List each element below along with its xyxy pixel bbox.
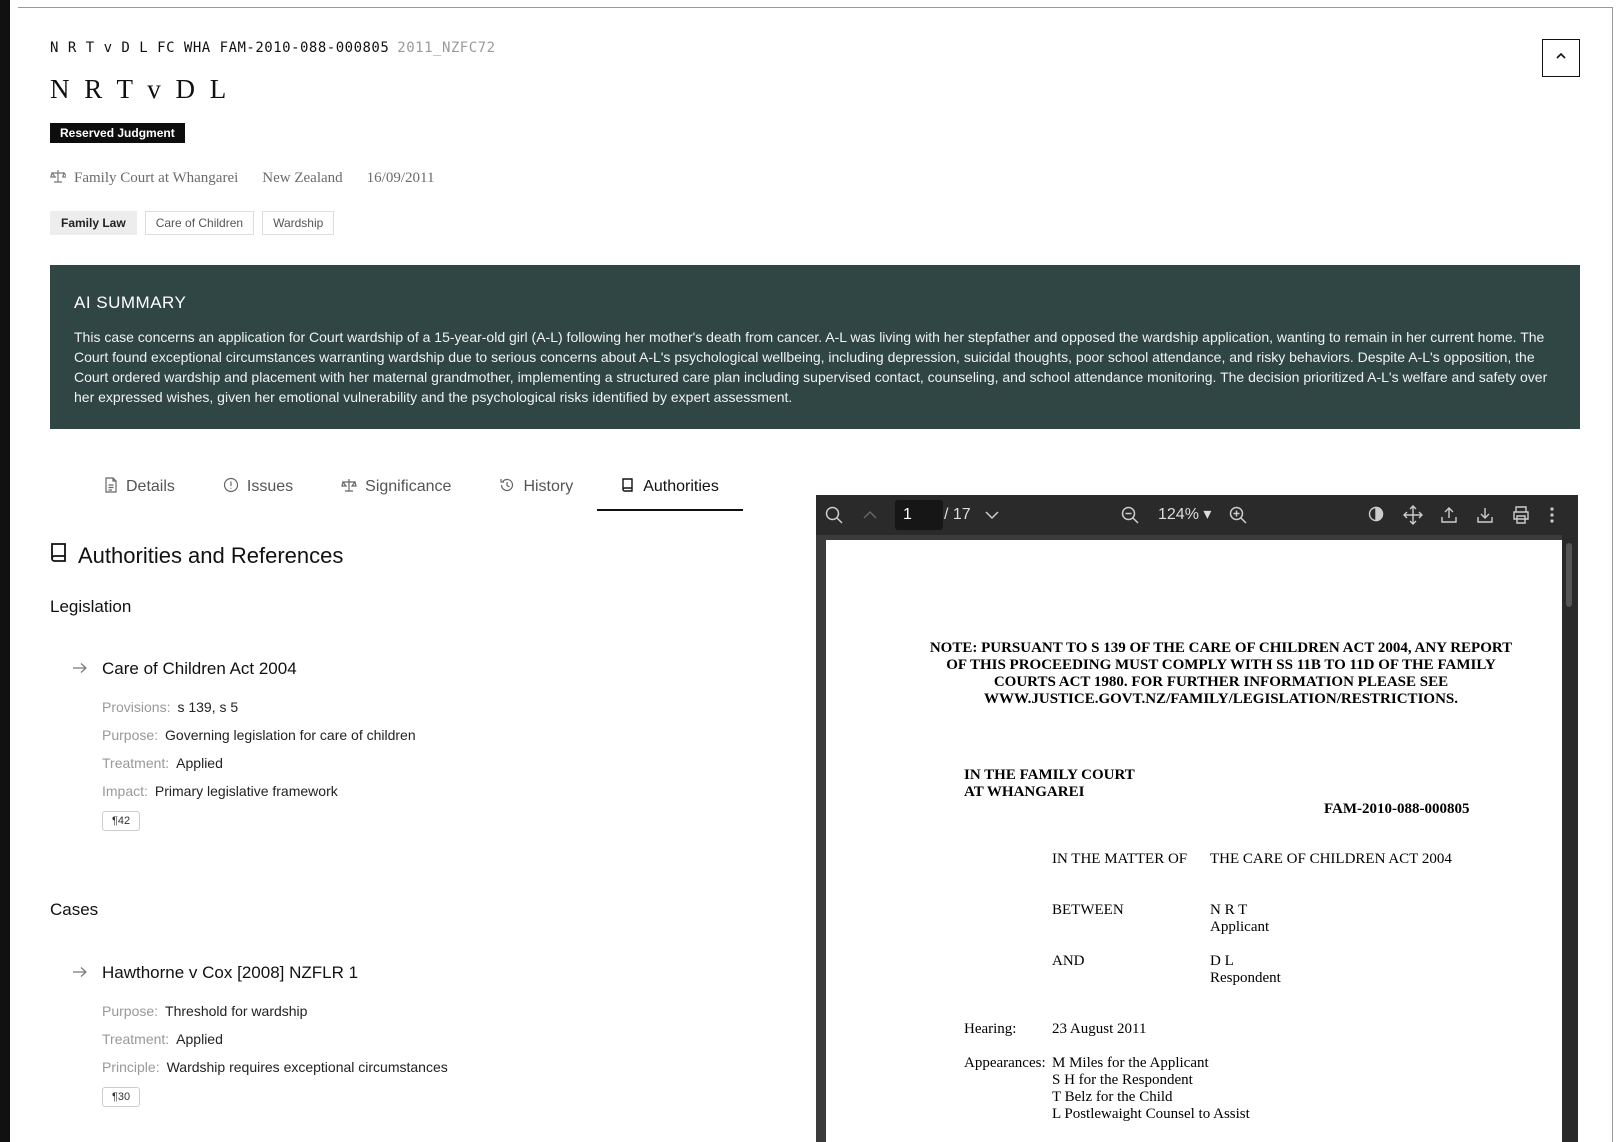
- provisions-row: Provisions: s 139, s 5: [102, 699, 239, 715]
- court-location: AT WHANGAREI: [964, 784, 1085, 800]
- arrow-right-icon: [72, 963, 88, 983]
- tab-label: Issues: [246, 478, 294, 495]
- tab-label: Significance: [365, 478, 452, 495]
- page-number-input[interactable]: 1: [895, 500, 943, 530]
- matter-text: THE CARE OF CHILDREN ACT 2004: [1210, 851, 1452, 867]
- chevron-up-icon: [1554, 49, 1568, 68]
- respondent-name: D L: [1210, 953, 1234, 969]
- case-citation: 2011_NZFC72: [397, 40, 496, 56]
- download-icon[interactable]: [1475, 505, 1495, 525]
- upload-icon[interactable]: [1439, 505, 1459, 525]
- authority-name[interactable]: Care of Children Act 2004: [102, 659, 297, 679]
- respondent-role: Respondent: [1210, 970, 1281, 986]
- zoom-out-icon[interactable]: [1120, 505, 1140, 525]
- pdf-page: NOTE: PURSUANT TO S 139 OF THE CARE OF C…: [826, 540, 1562, 1142]
- more-vertical-icon[interactable]: [1548, 505, 1556, 525]
- chevron-down-icon[interactable]: [982, 505, 1002, 525]
- authority-name[interactable]: Hawthorne v Cox [2008] NZFLR 1: [102, 963, 358, 983]
- contrast-icon[interactable]: [1367, 505, 1385, 523]
- tab-issues[interactable]: Issues: [199, 465, 317, 509]
- judgment-type-badge: Reserved Judgment: [50, 123, 185, 143]
- tab-history[interactable]: History: [475, 465, 597, 509]
- info-circle-icon: [223, 477, 239, 498]
- tab-details[interactable]: Details: [80, 465, 199, 509]
- document-notice: NOTE: PURSUANT TO S 139 OF THE CARE OF C…: [929, 640, 1513, 707]
- appearance-line: L Postlewaight Counsel to Assist: [1052, 1106, 1250, 1122]
- hearing-label: Hearing:: [964, 1021, 1017, 1037]
- and-label: AND: [1052, 953, 1085, 969]
- page-total: / 17: [944, 506, 971, 523]
- ai-summary-text: This case concerns an application for Co…: [74, 329, 1548, 405]
- tag-list: Family Law Care of Children Wardship: [50, 211, 335, 235]
- purpose-row: Purpose: Threshold for wardship: [102, 1003, 308, 1019]
- print-icon[interactable]: [1511, 505, 1531, 525]
- ai-summary-heading: AI SUMMARY: [74, 293, 187, 312]
- principle-row: Principle: Wardship requires exceptional …: [102, 1059, 448, 1075]
- scales-icon: [341, 477, 357, 498]
- chevron-up-icon[interactable]: [860, 505, 880, 525]
- hearing-date: 23 August 2011: [1052, 1021, 1147, 1037]
- case-meta: Family Court at Whangarei New Zealand 16…: [49, 168, 435, 189]
- paragraph-reference[interactable]: ¶30: [102, 1087, 141, 1107]
- cases-heading: Cases: [50, 900, 99, 919]
- history-icon: [499, 477, 515, 498]
- book-icon: [50, 542, 68, 570]
- applicant-role: Applicant: [1210, 919, 1270, 935]
- zoom-select[interactable]: 124% ▾: [1158, 495, 1211, 535]
- scrollbar-thumb[interactable]: [1566, 543, 1572, 607]
- zoom-in-icon[interactable]: [1228, 505, 1248, 525]
- appearance-line: T Belz for the Child: [1052, 1089, 1173, 1105]
- applicant-name: N R T: [1210, 902, 1248, 918]
- tab-authorities[interactable]: Authorities: [597, 465, 743, 511]
- section-title-text: Authorities and References: [78, 543, 344, 568]
- tab-label: History: [523, 478, 574, 495]
- authorities-title: Authorities and References: [50, 542, 343, 570]
- case-item: Hawthorne v Cox [2008] NZFLR 1 Purpose: T…: [72, 963, 448, 1107]
- tab-label: Details: [126, 478, 175, 495]
- between-label: BETWEEN: [1052, 902, 1124, 918]
- matter-label: IN THE MATTER OF: [1052, 851, 1188, 867]
- collapse-button[interactable]: [1542, 39, 1580, 77]
- treatment-row: Treatment: Applied: [102, 755, 223, 771]
- pdf-scrollbar[interactable]: [1562, 535, 1578, 1142]
- purpose-row: Purpose: Governing legislation for care o…: [102, 727, 416, 743]
- tag[interactable]: Wardship: [262, 211, 335, 235]
- tab-label: Authorities: [643, 478, 719, 495]
- tab-bar: Details Issues Significance History Auth…: [80, 465, 754, 511]
- tag[interactable]: Care of Children: [144, 211, 255, 235]
- page-title: N R T v D L: [50, 74, 231, 104]
- pdf-toolbar: 1 / 17 124% ▾: [816, 495, 1578, 535]
- document-icon: [104, 476, 118, 498]
- book-icon: [621, 477, 635, 498]
- file-number: FAM-2010-088-000805: [1324, 801, 1470, 817]
- appearances-label: Appearances:: [964, 1055, 1046, 1071]
- court-line: IN THE FAMILY COURT: [964, 767, 1135, 783]
- move-icon[interactable]: [1403, 505, 1423, 525]
- left-edge-bar: [0, 0, 10, 1142]
- scales-icon: [49, 168, 74, 189]
- case-identifier-line: N R T v D L FC WHA FAM-2010-088-000805 20…: [50, 40, 496, 56]
- ai-summary-panel: AI SUMMARY This case concerns an applica…: [50, 265, 1580, 429]
- search-icon[interactable]: [824, 505, 844, 525]
- case-id: N R T v D L FC WHA FAM-2010-088-000805: [50, 40, 390, 56]
- court-name: Family Court at Whangarei: [74, 170, 239, 186]
- country: New Zealand: [262, 170, 343, 186]
- pdf-viewer: 1 / 17 124% ▾ NOTE: PURSUANT TO S 139 OF…: [816, 495, 1578, 1142]
- arrow-right-icon: [72, 659, 88, 679]
- tag[interactable]: Family Law: [50, 211, 137, 235]
- impact-row: Impact: Primary legislative framework: [102, 783, 338, 799]
- tab-significance[interactable]: Significance: [317, 465, 475, 509]
- legislation-heading: Legislation: [50, 597, 132, 616]
- treatment-row: Treatment: Applied: [102, 1031, 223, 1047]
- appearance-line: S H for the Respondent: [1052, 1072, 1193, 1088]
- judgment-date: 16/09/2011: [366, 170, 435, 186]
- paragraph-reference[interactable]: ¶42: [102, 811, 141, 831]
- legislation-item: Care of Children Act 2004 Provisions: s 1…: [72, 659, 416, 831]
- appearance-line: M Miles for the Applicant: [1052, 1055, 1209, 1071]
